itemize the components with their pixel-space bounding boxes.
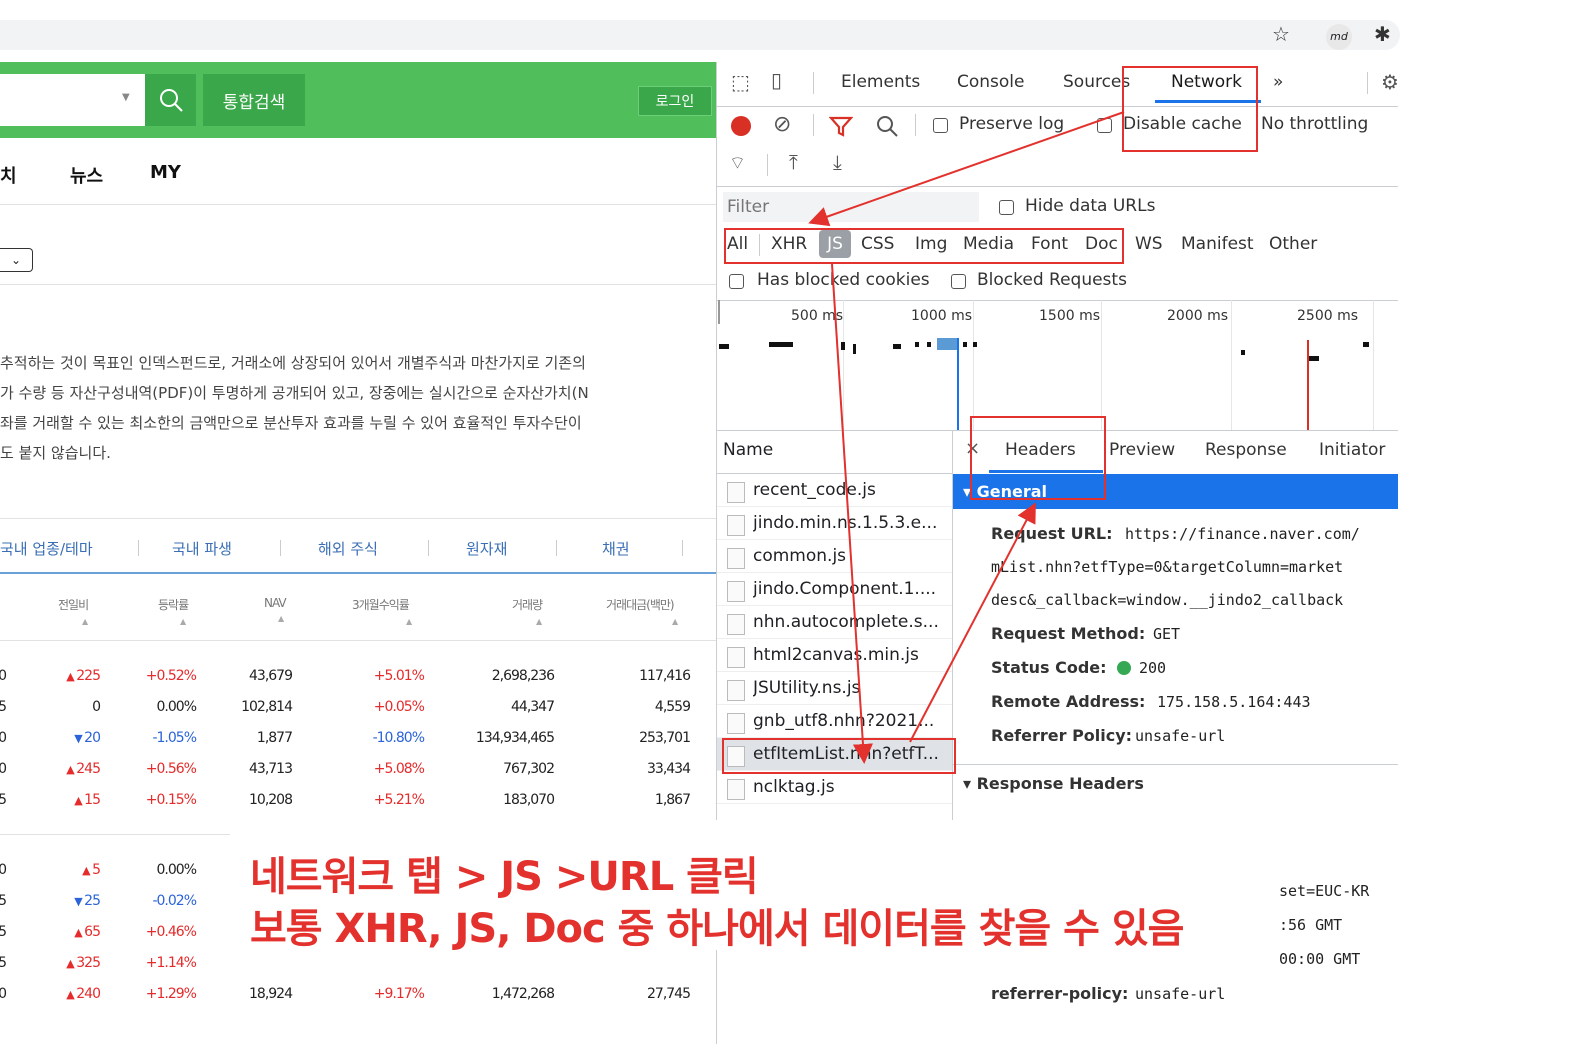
arrow-network-to-filters (808, 111, 1125, 227)
arrow-request-to-headers (909, 502, 1036, 743)
annotation-arrows (808, 111, 1125, 764)
arrow-js-to-request (831, 263, 873, 764)
